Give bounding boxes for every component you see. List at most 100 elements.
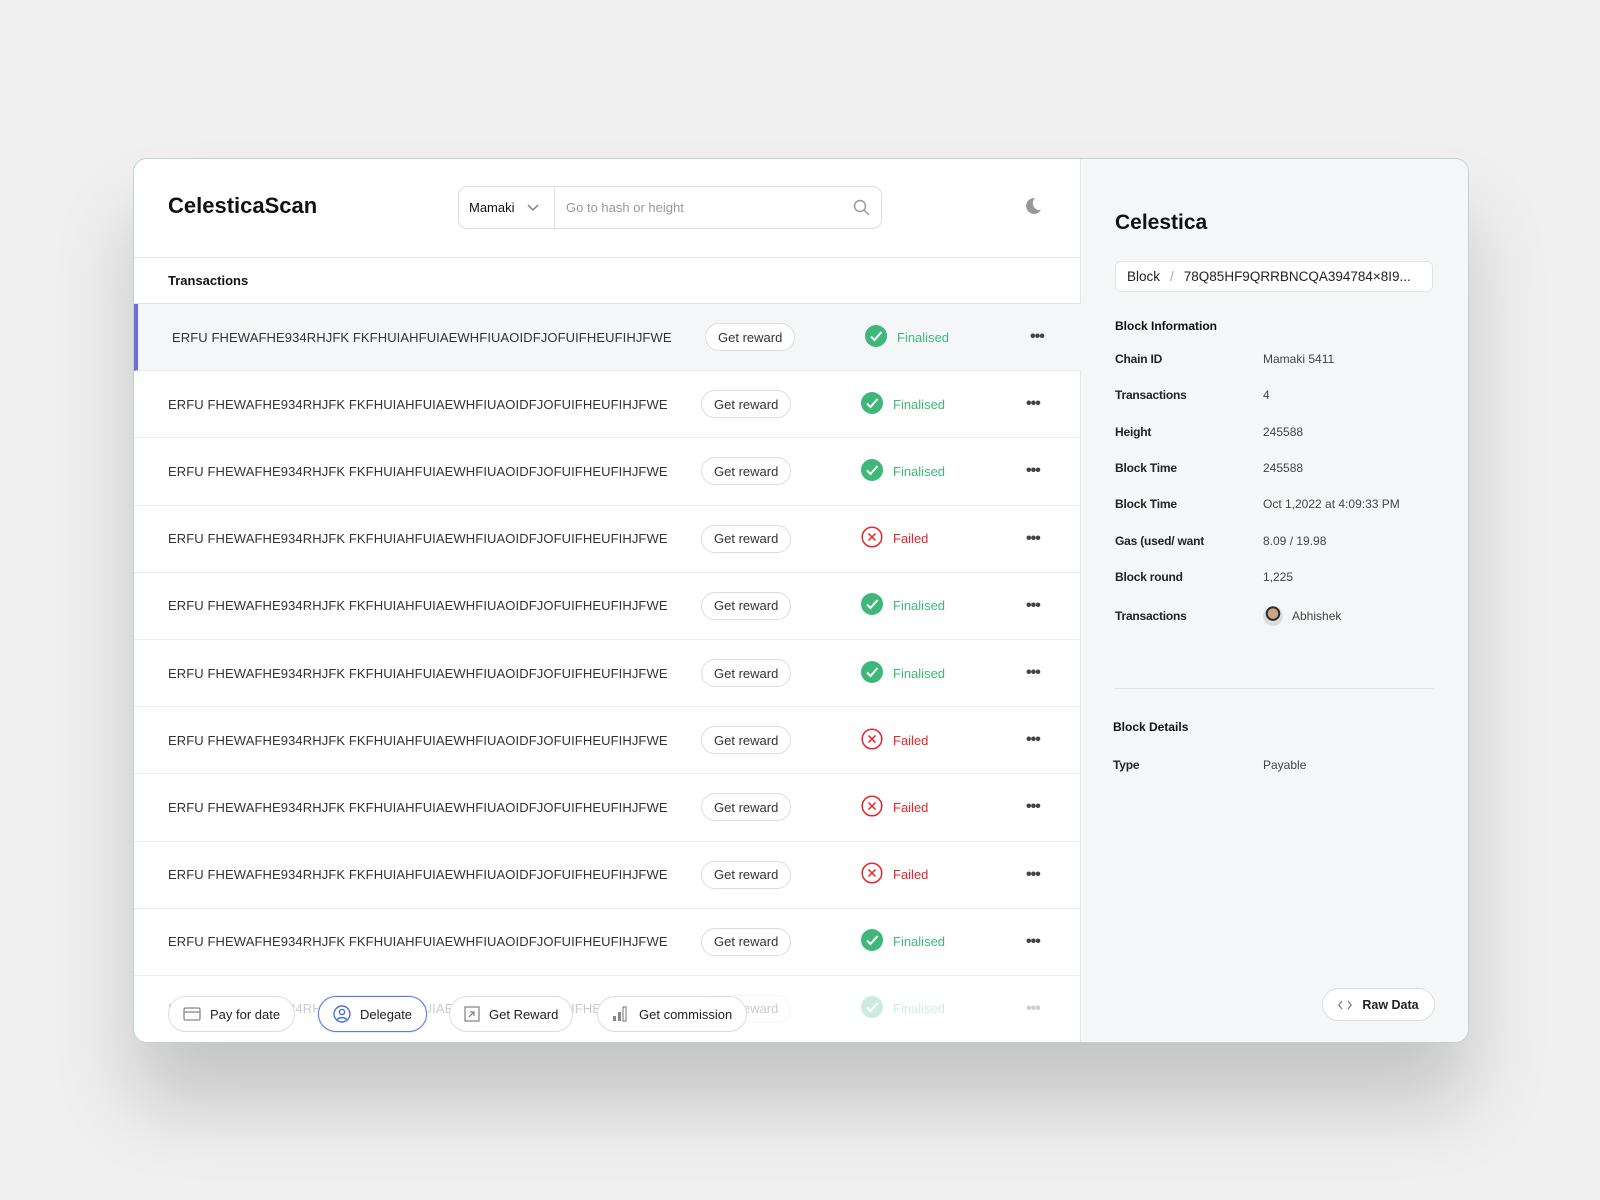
get-reward-button[interactable]: Get reward: [701, 793, 792, 822]
breadcrumb-hash: 78Q85HF9QRRBNCQA394784×8I9...: [1183, 269, 1411, 284]
transaction-hash[interactable]: ERFU FHEWAFHE934RHJFK FKFHUIAHFUIAEWHFIU…: [168, 598, 668, 613]
transaction-hash[interactable]: ERFU FHEWAFHE934RHJFK FKFHUIAHFUIAEWHFIU…: [172, 330, 672, 345]
more-options-icon[interactable]: •••: [1030, 328, 1045, 346]
transaction-hash[interactable]: ERFU FHEWAFHE934RHJFK FKFHUIAHFUIAEWHFIU…: [168, 464, 668, 479]
info-label: Transactions: [1115, 609, 1187, 624]
transaction-hash[interactable]: ERFU FHEWAFHE934RHJFK FKFHUIAHFUIAEWHFIU…: [168, 397, 668, 412]
x-circle-icon: [861, 862, 883, 887]
get-reward-button[interactable]: Get reward: [701, 591, 792, 620]
more-options-icon[interactable]: •••: [1026, 530, 1041, 548]
info-label: Transactions: [1115, 388, 1187, 403]
block-details-panel: Celestica Block / 78Q85HF9QRRBNCQA394784…: [1081, 159, 1468, 1042]
more-options-icon[interactable]: •••: [1026, 664, 1041, 682]
dark-mode-toggle-icon[interactable]: [1024, 197, 1042, 215]
get-reward-button[interactable]: Get reward: [701, 390, 792, 419]
status-label: Finalised: [893, 1001, 946, 1017]
transactions-pane: CelesticaScan Mamaki Go to hash or heigh…: [134, 159, 1081, 1042]
transaction-row[interactable]: ERFU FHEWAFHE934RHJFK FKFHUIAHFUIAEWHFIU…: [134, 573, 1081, 640]
more-options-icon[interactable]: •••: [1026, 933, 1041, 951]
info-value: 4: [1263, 388, 1270, 403]
status-label: Failed: [893, 799, 929, 815]
status-badge: Failed: [861, 862, 928, 887]
transaction-row[interactable]: ERFU FHEWAFHE934RHJFK FKFHUIAHFUIAEWHFIU…: [134, 371, 1081, 439]
info-row: Transactions Abhishek: [1115, 606, 1435, 627]
transaction-hash[interactable]: ERFU FHEWAFHE934RHJFK FKFHUIAHFUIAEWHFIU…: [168, 531, 668, 546]
check-circle-icon: [861, 929, 883, 954]
pay-for-date-button[interactable]: Pay for date: [168, 996, 296, 1032]
transaction-row[interactable]: ERFU FHEWAFHE934RHJFK FKFHUIAHFUIAEWHFIU…: [134, 640, 1081, 708]
breadcrumb-separator: /: [1170, 269, 1174, 284]
info-row: Chain ID Mamaki 5411: [1115, 352, 1435, 366]
status-label: Finalised: [897, 329, 950, 345]
network-select[interactable]: Mamaki: [459, 187, 555, 228]
user-circle-icon: [333, 1005, 351, 1023]
status-label: Failed: [893, 867, 929, 883]
info-value: Oct 1,2022 at 4:09:33 PM: [1263, 497, 1400, 512]
more-options-icon[interactable]: •••: [1026, 462, 1041, 480]
block-details-heading: Block Details: [1113, 720, 1189, 734]
get-reward-button[interactable]: Get reward: [701, 726, 792, 755]
transaction-row[interactable]: ERFU FHEWAFHE934RHJFK FKFHUIAHFUIAEWHFIU…: [134, 909, 1081, 976]
more-options-icon[interactable]: •••: [1026, 798, 1041, 816]
info-row: Block round 1,225: [1115, 570, 1435, 584]
raw-data-button[interactable]: Raw Data: [1322, 988, 1435, 1021]
search-icon[interactable]: [841, 199, 881, 216]
status-label: Finalised: [893, 665, 946, 681]
get-reward-button[interactable]: Get reward: [701, 524, 792, 553]
network-label: Mamaki: [469, 200, 515, 215]
more-options-icon[interactable]: •••: [1026, 866, 1041, 884]
check-circle-icon: [861, 593, 883, 618]
get-reward-button[interactable]: Get reward: [705, 323, 796, 352]
get-reward-button[interactable]: Get reward: [701, 927, 792, 956]
info-label: Gas (used/ want: [1115, 533, 1205, 548]
transaction-row[interactable]: ERFU FHEWAFHE934RHJFK FKFHUIAHFUIAEWHFIU…: [134, 707, 1081, 775]
delegate-button[interactable]: Delegate: [318, 996, 428, 1032]
info-row: Gas (used/ want 8.09 / 19.98: [1115, 534, 1435, 548]
info-label: Block round: [1115, 569, 1183, 584]
x-circle-icon: [861, 728, 883, 753]
get-reward-button[interactable]: Get Reward: [449, 996, 574, 1032]
status-label: Finalised: [893, 934, 946, 950]
transaction-hash[interactable]: ERFU FHEWAFHE934RHJFK FKFHUIAHFUIAEWHFIU…: [168, 934, 668, 949]
get-reward-button[interactable]: Get reward: [701, 457, 792, 486]
info-label: Block Time: [1115, 460, 1177, 475]
transaction-row[interactable]: ERFU FHEWAFHE934RHJFK FKFHUIAHFUIAEWHFIU…: [134, 304, 1081, 372]
status-badge: Finalised: [865, 324, 950, 350]
status-badge: Finalised: [861, 996, 945, 1021]
transaction-row[interactable]: ERFU FHEWAFHE934RHJFK FKFHUIAHFUIAEWHFIU…: [134, 506, 1081, 573]
transaction-row[interactable]: ERFU FHEWAFHE934RHJFK FKFHUIAHFUIAEWHFIU…: [134, 438, 1081, 506]
get-reward-button[interactable]: Get reward: [701, 860, 792, 889]
status-badge: Finalised: [861, 593, 945, 618]
avatar: [1263, 606, 1283, 627]
get-reward-button[interactable]: Get reward: [701, 659, 792, 688]
block-information-heading: Block Information: [1115, 319, 1218, 333]
more-options-icon[interactable]: •••: [1026, 597, 1041, 615]
get-commission-button[interactable]: Get commission: [597, 996, 748, 1032]
more-options-icon[interactable]: •••: [1026, 1000, 1041, 1018]
info-value: Mamaki 5411: [1263, 352, 1335, 366]
status-badge: Failed: [861, 795, 928, 820]
transaction-hash[interactable]: ERFU FHEWAFHE934RHJFK FKFHUIAHFUIAEWHFIU…: [168, 867, 668, 882]
transaction-hash[interactable]: ERFU FHEWAFHE934RHJFK FKFHUIAHFUIAEWHFIU…: [168, 800, 668, 815]
search-bar: Mamaki Go to hash or height: [458, 186, 882, 229]
divider: [1115, 688, 1433, 689]
breadcrumb-root[interactable]: Block: [1127, 269, 1160, 284]
raw-data-label: Raw Data: [1362, 997, 1419, 1012]
transaction-row[interactable]: ERFU FHEWAFHE934RHJFK FKFHUIAHFUIAEWHFIU…: [134, 774, 1081, 842]
info-value: Abhishek: [1292, 609, 1342, 624]
info-row: Transactions 4: [1115, 388, 1435, 402]
search-input[interactable]: Go to hash or height: [555, 200, 841, 215]
transaction-hash[interactable]: ERFU FHEWAFHE934RHJFK FKFHUIAHFUIAEWHFIU…: [168, 666, 668, 681]
check-circle-icon: [861, 996, 883, 1021]
more-options-icon[interactable]: •••: [1026, 395, 1041, 413]
info-row: Block Time 245588: [1115, 461, 1435, 475]
transaction-hash[interactable]: ERFU FHEWAFHE934RHJFK FKFHUIAHFUIAEWHFIU…: [168, 733, 668, 748]
more-options-icon[interactable]: •••: [1026, 731, 1041, 749]
code-icon: [1338, 1000, 1353, 1009]
bar-chart-icon: [612, 1006, 630, 1022]
status-badge: Finalised: [861, 929, 945, 954]
status-badge: Finalised: [861, 660, 946, 686]
status-badge: Failed: [861, 526, 928, 551]
transaction-row[interactable]: ERFU FHEWAFHE934RHJFK FKFHUIAHFUIAEWHFIU…: [134, 842, 1081, 909]
status-label: Failed: [893, 531, 929, 547]
